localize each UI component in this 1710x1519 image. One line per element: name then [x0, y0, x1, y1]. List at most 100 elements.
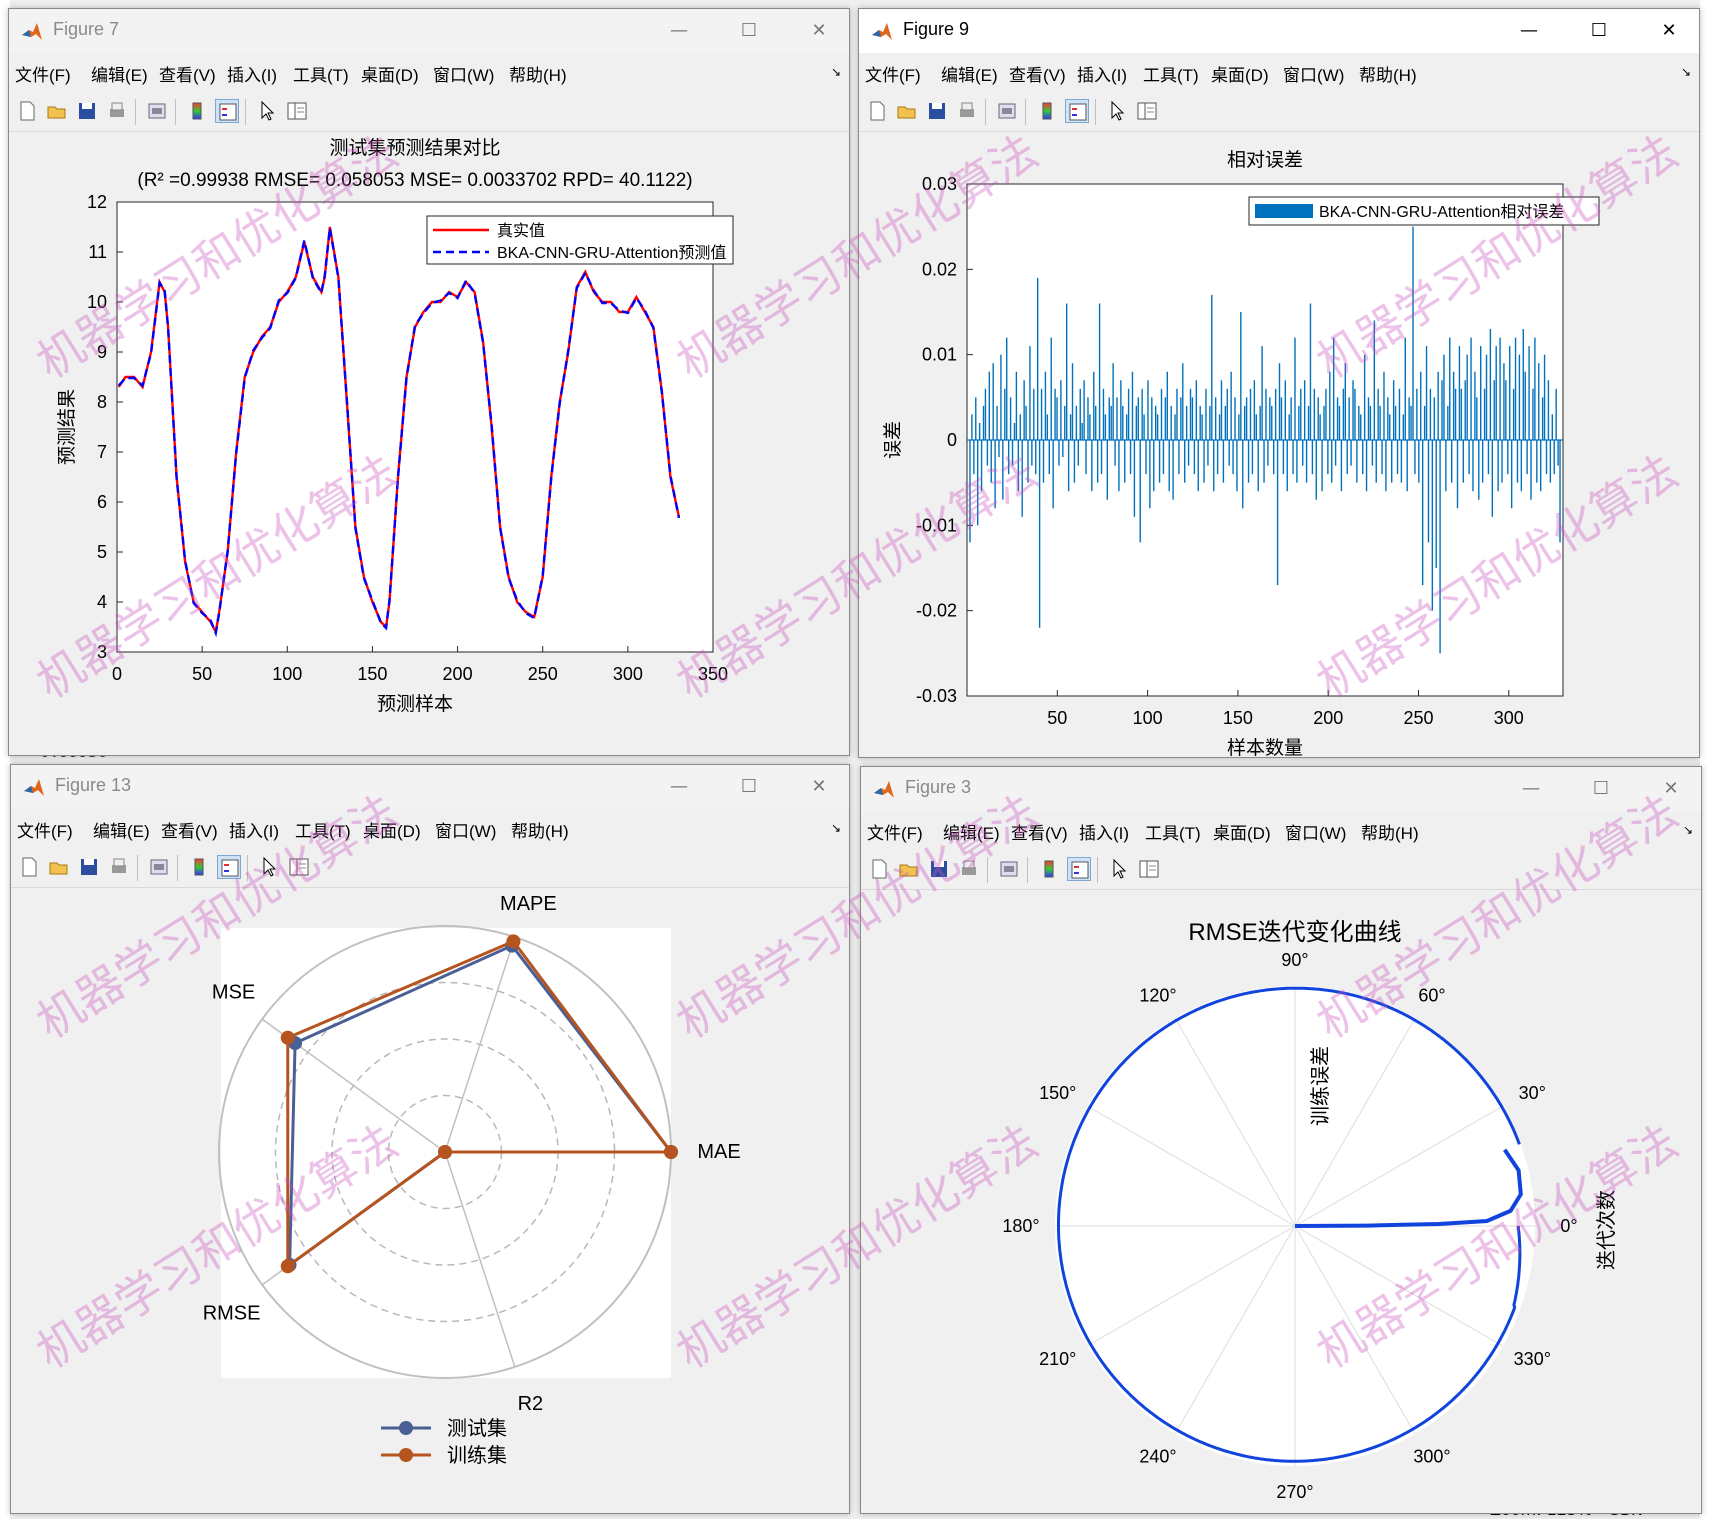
- figure-content: 0 50 100 150 200 250 300 350 3 4 5 6 7 8 9 10 11 12 测试集预测结…: [9, 132, 849, 755]
- save-icon[interactable]: [925, 99, 949, 123]
- pointer-icon[interactable]: [1107, 857, 1131, 881]
- menu-item[interactable]: 帮助(H): [509, 61, 567, 86]
- menu-item[interactable]: 窗口(W): [433, 61, 494, 86]
- menu-item[interactable]: 文件(F): [865, 61, 921, 86]
- menu-item[interactable]: 窗口(W): [435, 817, 496, 842]
- menu-item[interactable]: 编辑(E): [943, 819, 1000, 844]
- dock-arrow-icon[interactable]: ↘: [831, 821, 841, 835]
- menu-item[interactable]: 桌面(D): [363, 817, 421, 842]
- close-button[interactable]: ✕: [1651, 775, 1691, 803]
- property-editor-icon[interactable]: [287, 855, 311, 879]
- menu-item[interactable]: 编辑(E): [941, 61, 998, 86]
- title-bar[interactable]: Figure 7 — ☐ ✕: [9, 9, 849, 53]
- minimize-button[interactable]: —: [659, 773, 699, 801]
- minimize-button[interactable]: —: [1509, 17, 1549, 45]
- open-file-icon[interactable]: [897, 857, 921, 881]
- property-editor-icon[interactable]: [1137, 857, 1161, 881]
- save-icon[interactable]: [75, 99, 99, 123]
- figure-9-window[interactable]: Figure 9 — ☐ ✕ 文件(F) 编辑(E) 查看(V) 插入(I) 工具(T)…: [858, 8, 1700, 758]
- menu-item[interactable]: 帮助(H): [1359, 61, 1417, 86]
- menu-item[interactable]: 文件(F): [17, 817, 73, 842]
- title-bar[interactable]: Figure 9 — ☐ ✕: [859, 9, 1699, 53]
- legend-icon[interactable]: [215, 99, 239, 123]
- menu-item[interactable]: 桌面(D): [1213, 819, 1271, 844]
- pointer-icon[interactable]: [255, 99, 279, 123]
- menu-item[interactable]: 插入(I): [227, 61, 277, 86]
- dock-arrow-icon[interactable]: ↘: [1683, 823, 1693, 837]
- maximize-button[interactable]: ☐: [1579, 17, 1619, 45]
- close-button[interactable]: ✕: [799, 17, 839, 45]
- colorbar-icon[interactable]: [185, 99, 209, 123]
- open-file-icon[interactable]: [47, 855, 71, 879]
- dock-arrow-icon[interactable]: ↘: [831, 65, 841, 79]
- menu-item[interactable]: 桌面(D): [361, 61, 419, 86]
- figure-3-window[interactable]: Figure 3 — ☐ ✕ 文件(F) 编辑(E) 查看(V) 插入(I) 工具(T)…: [860, 766, 1702, 1514]
- legend-icon[interactable]: [1067, 857, 1091, 881]
- pointer-icon[interactable]: [1105, 99, 1129, 123]
- menu-item[interactable]: 工具(T): [1145, 819, 1201, 844]
- print-preview-icon[interactable]: [997, 857, 1021, 881]
- print-preview-icon[interactable]: [145, 99, 169, 123]
- print-preview-icon[interactable]: [147, 855, 171, 879]
- menu-item[interactable]: 窗口(W): [1283, 61, 1344, 86]
- property-editor-icon[interactable]: [285, 99, 309, 123]
- print-icon[interactable]: [957, 857, 981, 881]
- x-tick-label: 150: [1223, 708, 1253, 728]
- menu-item[interactable]: 插入(I): [1079, 819, 1129, 844]
- print-icon[interactable]: [105, 99, 129, 123]
- colorbar-icon[interactable]: [187, 855, 211, 879]
- new-file-icon[interactable]: [15, 99, 39, 123]
- menu-item[interactable]: 工具(T): [293, 61, 349, 86]
- menu-item[interactable]: 编辑(E): [91, 61, 148, 86]
- minimize-button[interactable]: —: [659, 17, 699, 45]
- menu-item[interactable]: 插入(I): [229, 817, 279, 842]
- menu-item[interactable]: 插入(I): [1077, 61, 1127, 86]
- property-editor-icon[interactable]: [1135, 99, 1159, 123]
- figure-content: RMSE迭代变化曲线 0° 30° 60° 90° 120° 150° 180° 210° 240…: [861, 890, 1701, 1513]
- save-icon[interactable]: [927, 857, 951, 881]
- open-file-icon[interactable]: [45, 99, 69, 123]
- colorbar-icon[interactable]: [1037, 857, 1061, 881]
- menu-item[interactable]: 查看(V): [1009, 61, 1066, 86]
- toolbar-separator: [1097, 857, 1098, 883]
- figure-13-window[interactable]: Figure 13 — ☐ ✕ 文件(F) 编辑(E) 查看(V) 插入(I) 工具(T…: [10, 764, 850, 1514]
- new-file-icon[interactable]: [865, 99, 889, 123]
- close-button[interactable]: ✕: [1649, 17, 1689, 45]
- colorbar-icon[interactable]: [1035, 99, 1059, 123]
- dock-arrow-icon[interactable]: ↘: [1681, 65, 1691, 79]
- menu-item[interactable]: 工具(T): [295, 817, 351, 842]
- new-file-icon[interactable]: [17, 855, 41, 879]
- pointer-icon[interactable]: [257, 855, 281, 879]
- menu-item[interactable]: 编辑(E): [93, 817, 150, 842]
- menu-item[interactable]: 帮助(H): [1361, 819, 1419, 844]
- legend-icon[interactable]: [217, 855, 241, 879]
- figure-7-window[interactable]: Figure 7 — ☐ ✕ 文件(F) 编辑(E) 查看(V) 插入(I) 工具(T)…: [8, 8, 850, 756]
- menu-item[interactable]: 窗口(W): [1285, 819, 1346, 844]
- legend-icon[interactable]: [1065, 99, 1089, 123]
- menu-item[interactable]: 桌面(D): [1211, 61, 1269, 86]
- menu-item[interactable]: 查看(V): [161, 817, 218, 842]
- minimize-button[interactable]: —: [1511, 775, 1551, 803]
- menu-item[interactable]: 帮助(H): [511, 817, 569, 842]
- print-icon[interactable]: [107, 855, 131, 879]
- menu-item[interactable]: 工具(T): [1143, 61, 1199, 86]
- new-file-icon[interactable]: [867, 857, 891, 881]
- menu-bar: 文件(F) 编辑(E) 查看(V) 插入(I) 工具(T) 桌面(D) 窗口(W) 帮助(H)…: [9, 53, 849, 89]
- menu-item[interactable]: 查看(V): [159, 61, 216, 86]
- polar-angle-label: 150°: [1039, 1083, 1076, 1103]
- close-button[interactable]: ✕: [799, 773, 839, 801]
- menu-item[interactable]: 文件(F): [867, 819, 923, 844]
- print-preview-icon[interactable]: [995, 99, 1019, 123]
- maximize-button[interactable]: ☐: [729, 773, 769, 801]
- open-file-icon[interactable]: [895, 99, 919, 123]
- print-icon[interactable]: [955, 99, 979, 123]
- title-bar[interactable]: Figure 13 — ☐ ✕: [11, 765, 849, 809]
- menu-item[interactable]: 查看(V): [1011, 819, 1068, 844]
- maximize-button[interactable]: ☐: [1581, 775, 1621, 803]
- maximize-button[interactable]: ☐: [729, 17, 769, 45]
- save-icon[interactable]: [77, 855, 101, 879]
- menu-bar: 文件(F) 编辑(E) 查看(V) 插入(I) 工具(T) 桌面(D) 窗口(W) 帮助(H)…: [861, 811, 1701, 847]
- title-bar[interactable]: Figure 3 — ☐ ✕: [861, 767, 1701, 811]
- menu-item[interactable]: 文件(F): [15, 61, 71, 86]
- toolbar: [861, 849, 1701, 890]
